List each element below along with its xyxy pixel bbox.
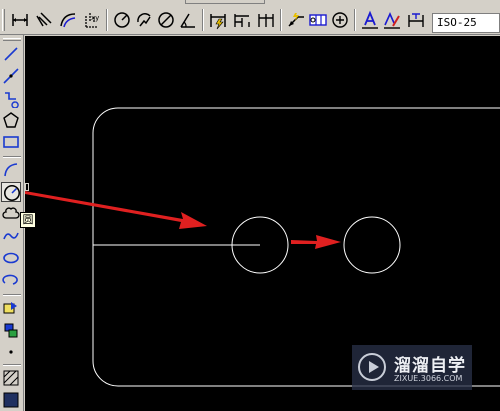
toolbar-separator	[106, 9, 108, 31]
point-icon[interactable]	[1, 342, 21, 362]
baseline-dim-icon[interactable]	[232, 10, 252, 30]
watermark-title: 溜溜自学	[394, 356, 466, 376]
rectangle-icon[interactable]	[1, 132, 21, 152]
aligned-dim-icon[interactable]	[34, 10, 54, 30]
svg-text:xy: xy	[91, 14, 99, 22]
dim-update-icon[interactable]	[406, 10, 426, 30]
quick-dim-icon[interactable]	[208, 10, 228, 30]
watermark: 溜溜自学 ZIXUE.3066.COM	[352, 345, 472, 390]
revision-cloud-icon[interactable]	[1, 204, 21, 224]
toolbar-separator	[3, 364, 21, 366]
red-arrow-long	[25, 191, 207, 229]
dim-style-dropdown[interactable]: ISO-25	[432, 13, 500, 33]
construction-line-icon[interactable]	[1, 66, 21, 86]
toolbar-separator	[354, 9, 356, 31]
dim-text-edit-icon[interactable]	[382, 10, 402, 30]
dimension-toolbar: xy ISO-25	[0, 5, 500, 35]
arc-icon[interactable]	[1, 160, 21, 180]
angular-dim-icon[interactable]	[178, 10, 198, 30]
center-mark-icon[interactable]	[330, 10, 350, 30]
tolerance-icon[interactable]	[308, 10, 328, 30]
ellipse-icon[interactable]	[1, 248, 21, 268]
line-icon[interactable]	[1, 44, 21, 64]
tooltip: 圆	[20, 212, 36, 228]
watermark-url: ZIXUE.3066.COM	[394, 374, 463, 383]
toolbar-separator	[3, 156, 21, 158]
red-arrow-short	[291, 235, 341, 249]
toolbar-separator	[3, 294, 21, 296]
cursor-marker	[25, 183, 29, 191]
circle-icon[interactable]	[1, 182, 21, 202]
make-block-icon[interactable]	[1, 320, 21, 340]
polyline-icon[interactable]	[1, 88, 21, 108]
ordinate-dim-icon[interactable]: xy	[82, 10, 102, 30]
ellipse-arc-icon[interactable]	[1, 270, 21, 290]
toolbar-grip[interactable]	[3, 38, 21, 41]
circle-right	[343, 216, 401, 274]
window-tab[interactable]	[185, 0, 265, 4]
polygon-icon[interactable]	[1, 110, 21, 130]
continue-dim-icon[interactable]	[256, 10, 276, 30]
toolbar-grip[interactable]	[2, 9, 5, 31]
spline-icon[interactable]	[1, 226, 21, 246]
gradient-icon[interactable]	[1, 390, 21, 410]
diameter-dim-icon[interactable]	[156, 10, 176, 30]
insert-block-icon[interactable]	[1, 298, 21, 318]
linear-dim-icon[interactable]	[10, 10, 30, 30]
dim-edit-icon[interactable]	[360, 10, 380, 30]
toolbar-separator	[280, 9, 282, 31]
jogged-dim-icon[interactable]	[134, 10, 154, 30]
arc-length-icon[interactable]	[58, 10, 78, 30]
play-logo-icon	[358, 353, 386, 381]
toolbar-separator	[202, 9, 204, 31]
quick-leader-icon[interactable]	[286, 10, 306, 30]
radius-dim-icon[interactable]	[112, 10, 132, 30]
hatch-icon[interactable]	[1, 368, 21, 388]
